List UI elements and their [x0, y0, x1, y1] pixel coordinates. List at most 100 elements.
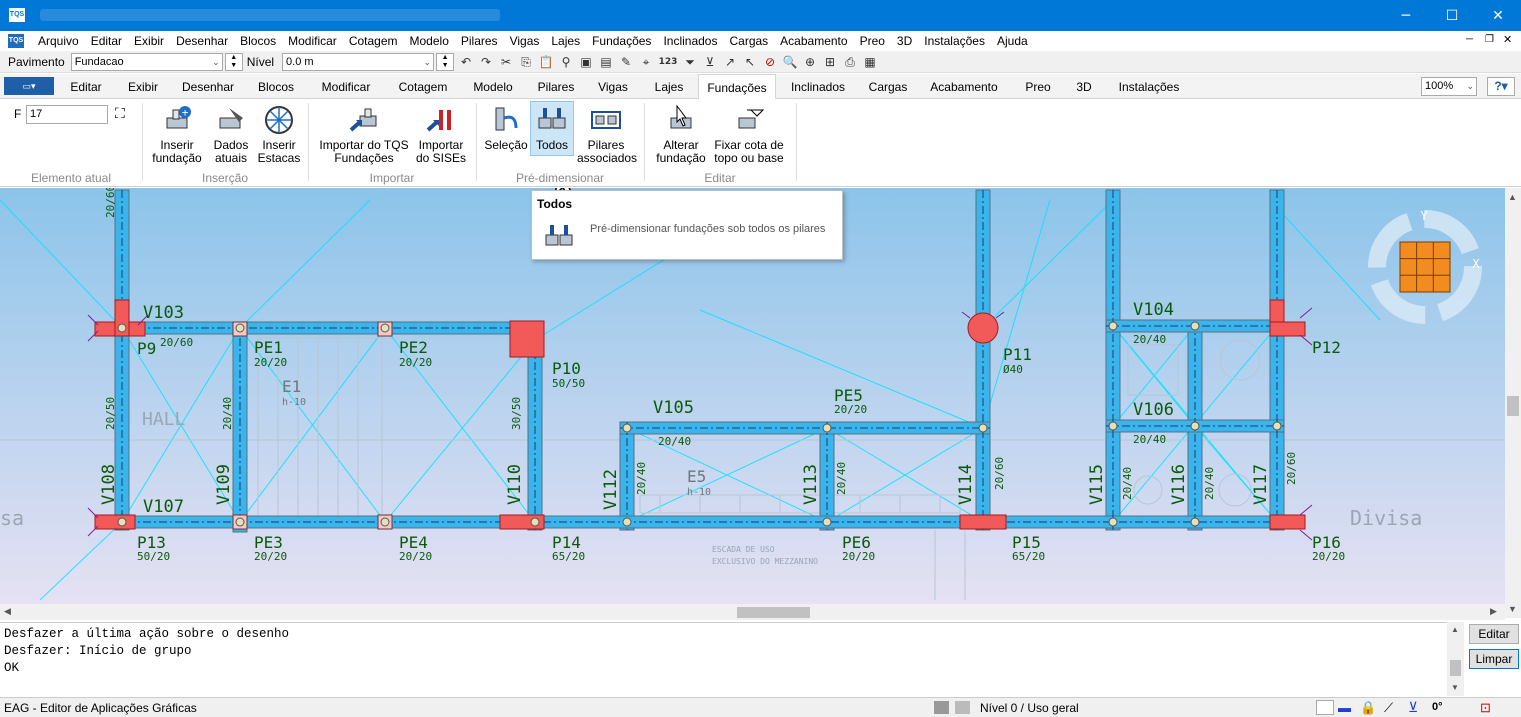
arrow-icon[interactable]: ↗ [722, 54, 738, 70]
tab-instalacoes[interactable]: Instalações [1108, 74, 1190, 99]
menu-item[interactable]: Instalações [918, 31, 991, 51]
funnel-icon[interactable]: ⏷ [682, 54, 698, 70]
pavimento-combo[interactable]: Fundacao ⌄ [70, 52, 223, 71]
menu-item[interactable]: Editar [85, 31, 128, 51]
scroll-down-icon[interactable]: ▼ [1451, 683, 1459, 692]
redo-icon[interactable]: ↷ [478, 54, 494, 70]
element-pick-icon[interactable]: ⛶ [115, 105, 125, 122]
limpar-button[interactable]: Limpar [1469, 649, 1519, 669]
menu-item[interactable]: Exibir [128, 31, 170, 51]
nivel-combo[interactable]: 0.0 m ⌄ [282, 52, 435, 71]
status-color-box[interactable] [1316, 700, 1334, 715]
grid-icon[interactable]: ⊡ [1480, 700, 1491, 716]
minimize-button[interactable]: ─ [1383, 0, 1429, 31]
menu-item[interactable]: Vigas [504, 31, 546, 51]
help-button[interactable]: ?▾ [1487, 77, 1515, 96]
close-button[interactable]: ✕ [1475, 0, 1521, 31]
inserir-estacas-button[interactable]: Inserir Estacas [256, 104, 302, 165]
scroll-down-icon[interactable]: ▼ [1508, 604, 1517, 614]
vertical-scroll-thumb[interactable] [1507, 396, 1519, 416]
menu-item[interactable]: Blocos [234, 31, 282, 51]
tab-acabamento[interactable]: Acabamento [922, 74, 1006, 99]
inserir-fundacao-button[interactable]: + Inserir fundação [150, 104, 204, 165]
binoculars-icon[interactable]: ⚲ [558, 54, 574, 70]
tab-pilares[interactable]: Pilares [528, 74, 584, 99]
maximize-button[interactable]: ☐ [1429, 0, 1475, 31]
tab-fundacoes[interactable]: Fundações [698, 74, 776, 100]
tab-blocos[interactable]: Blocos [248, 74, 304, 99]
zoom-combo[interactable]: 100% ⌄ [1421, 77, 1477, 96]
snap-icon[interactable]: ⊻ [702, 54, 718, 70]
mdi-close-button[interactable]: ✕ [1503, 33, 1512, 46]
edit-icon[interactable]: ✎ [618, 54, 634, 70]
menu-item[interactable]: Modelo [404, 31, 455, 51]
ortho-icon[interactable]: ⟋ [1384, 700, 1393, 716]
pilares-associados-button[interactable]: Pilares associados [576, 104, 637, 165]
scroll-up-icon[interactable]: ▲ [1451, 625, 1459, 634]
counter-icon[interactable]: 123 [658, 54, 678, 70]
tab-cargas[interactable]: Cargas [860, 74, 916, 99]
menu-item[interactable]: 3D [891, 31, 918, 51]
menu-item[interactable]: Cargas [723, 31, 774, 51]
horizontal-scroll-thumb[interactable] [737, 607, 810, 618]
tab-cotagem[interactable]: Cotagem [386, 74, 460, 99]
app-menu-icon[interactable]: TQS [8, 34, 24, 48]
cut-icon[interactable]: ✂ [498, 54, 514, 70]
alterar-fundacao-button[interactable]: Alterar fundação [652, 104, 710, 165]
cursor-icon[interactable]: ↖ [742, 54, 758, 70]
copy-icon[interactable]: ⎘ [518, 54, 534, 70]
nivel-spinner[interactable]: ▲ ▼ [436, 52, 455, 71]
zoom-window-icon[interactable]: ⊕ [802, 54, 818, 70]
editar-button[interactable]: Editar [1469, 624, 1519, 644]
mdi-minimize-button[interactable]: ─ [1466, 34, 1473, 45]
menu-item[interactable]: Modificar [282, 31, 343, 51]
measure-icon[interactable]: ⌖ [638, 54, 654, 70]
menu-item[interactable]: Inclinados [657, 31, 723, 51]
tab-vigas[interactable]: Vigas [588, 74, 638, 99]
save-icon[interactable]: ▣ [578, 54, 594, 70]
tab-desenhar[interactable]: Desenhar [172, 74, 244, 99]
scroll-up-icon[interactable]: ▲ [1508, 192, 1517, 202]
mdi-restore-button[interactable]: ❐ [1485, 34, 1494, 45]
scroll-right-icon[interactable]: ▶ [1490, 606, 1497, 617]
importar-sises-button[interactable]: Importar do SISEs [414, 104, 468, 165]
undo-icon[interactable]: ↶ [458, 54, 474, 70]
selecao-button[interactable]: Seleção [484, 104, 528, 152]
tab-lajes[interactable]: Lajes [643, 74, 695, 99]
tab-modelo[interactable]: Modelo [464, 74, 522, 99]
command-scroll-thumb[interactable] [1450, 660, 1461, 676]
view-cube[interactable]: Y X [1366, 208, 1484, 326]
layers-icon[interactable]: ▦ [862, 54, 878, 70]
menu-item[interactable]: Lajes [545, 31, 586, 51]
tab-preo[interactable]: Preo [1014, 74, 1062, 99]
angle-indicator[interactable]: 0° [1432, 701, 1443, 713]
menu-item[interactable]: Pilares [455, 31, 504, 51]
todos-button[interactable]: Todos [530, 101, 574, 156]
element-field[interactable]: 17 [26, 105, 108, 124]
line-style-icon[interactable]: ▬ [1338, 700, 1351, 715]
tab-editar[interactable]: Editar [58, 74, 114, 99]
print-icon[interactable]: ⎙ [842, 54, 858, 70]
paste-icon[interactable]: 📋 [538, 54, 554, 70]
snap-icon[interactable]: ⊻ [1408, 699, 1418, 716]
importar-tqs-button[interactable]: Importar do TQS Fundações [316, 104, 412, 165]
menu-item[interactable]: Cotagem [343, 31, 404, 51]
dados-atuais-button[interactable]: Dados atuais [208, 104, 254, 165]
quick-access-button[interactable]: ▭▾ [4, 77, 54, 95]
menu-item[interactable]: Fundações [586, 31, 657, 51]
menu-item[interactable]: Arquivo [32, 31, 85, 51]
no-entry-icon[interactable]: ⊘ [762, 54, 778, 70]
menu-item[interactable]: Acabamento [774, 31, 853, 51]
zoom-extents-icon[interactable]: ⊞ [822, 54, 838, 70]
vertical-scrollbar[interactable]: ▲ ▼ [1505, 188, 1521, 618]
lock-icon[interactable]: 🔒 [1360, 700, 1376, 716]
pavimento-spinner[interactable]: ▲ ▼ [224, 52, 243, 71]
tab-inclinados[interactable]: Inclinados [780, 74, 856, 99]
zoom-icon[interactable]: 🔍 [782, 54, 798, 70]
fixar-cota-button[interactable]: Fixar cota de topo ou base [712, 104, 786, 165]
tab-exibir[interactable]: Exibir [116, 74, 170, 99]
tab-3d[interactable]: 3D [1066, 74, 1102, 99]
tab-modificar[interactable]: Modificar [310, 74, 382, 99]
menu-item[interactable]: Ajuda [991, 31, 1034, 51]
horizontal-scrollbar[interactable]: ◀ ▶ [0, 604, 1505, 620]
